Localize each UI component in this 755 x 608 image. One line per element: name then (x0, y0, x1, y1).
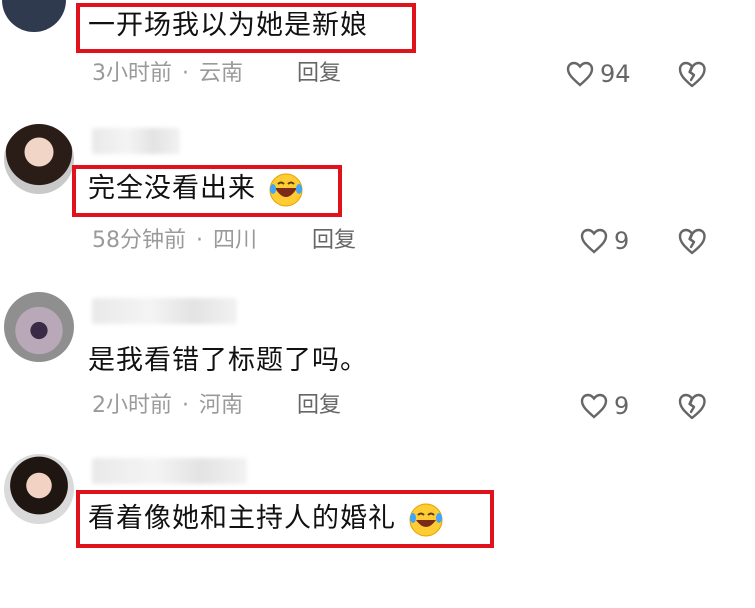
username-blurred (92, 128, 180, 154)
comment-text: 一开场我以为她是新娘 (88, 10, 368, 41)
comment-location: 云南 (199, 61, 244, 86)
separator-dot: · (196, 228, 203, 253)
avatar[interactable] (2, 0, 66, 32)
comment-text-content: 完全没看出来 (88, 173, 256, 204)
heart-icon (580, 228, 608, 254)
reply-button[interactable]: 回复 (312, 226, 356, 256)
like-button[interactable]: 9 (580, 391, 629, 421)
comment-text: 完全没看出来 (88, 170, 304, 208)
avatar[interactable] (4, 454, 74, 524)
comment-item: 是我看错了标题了吗。 2小时前 · 河南 回复 9 (0, 290, 755, 450)
broken-heart-icon[interactable] (677, 227, 707, 255)
comment-location: 四川 (213, 228, 258, 253)
username-blurred (92, 458, 247, 484)
broken-heart-icon[interactable] (677, 60, 707, 88)
comment-meta: 3小时前 · 云南 (92, 59, 243, 89)
reply-button[interactable]: 回复 (297, 391, 341, 421)
comment-location: 河南 (199, 393, 244, 418)
avatar[interactable] (4, 124, 74, 194)
like-button[interactable]: 94 (566, 59, 631, 89)
separator-dot: · (182, 393, 189, 418)
comment-text: 看着像她和主持人的婚礼 (88, 500, 444, 538)
laughing-crying-emoji-icon (269, 173, 303, 206)
username-blurred (92, 298, 237, 324)
comment-time: 2小时前 (92, 393, 172, 418)
separator-dot: · (182, 61, 189, 86)
like-button[interactable]: 9 (580, 226, 629, 256)
comment-text-content: 看着像她和主持人的婚礼 (88, 503, 396, 534)
broken-heart-icon[interactable] (677, 392, 707, 420)
like-count: 94 (600, 60, 631, 88)
heart-icon (580, 393, 608, 419)
comment-item: 完全没看出来 58分钟前 · 四川 回复 9 (0, 120, 755, 280)
comment-text: 是我看错了标题了吗。 (88, 345, 368, 376)
comment-time: 3小时前 (92, 61, 172, 86)
laughing-crying-emoji-icon (409, 503, 443, 536)
like-count: 9 (614, 227, 630, 255)
comment-time: 58分钟前 (92, 228, 186, 253)
avatar[interactable] (4, 292, 74, 362)
like-count: 9 (614, 392, 630, 420)
reply-button[interactable]: 回复 (297, 59, 341, 89)
comment-item: 看着像她和主持人的婚礼 (0, 448, 755, 608)
heart-icon (566, 61, 594, 87)
comment-meta: 58分钟前 · 四川 (92, 226, 257, 256)
comment-meta: 2小时前 · 河南 (92, 391, 243, 421)
